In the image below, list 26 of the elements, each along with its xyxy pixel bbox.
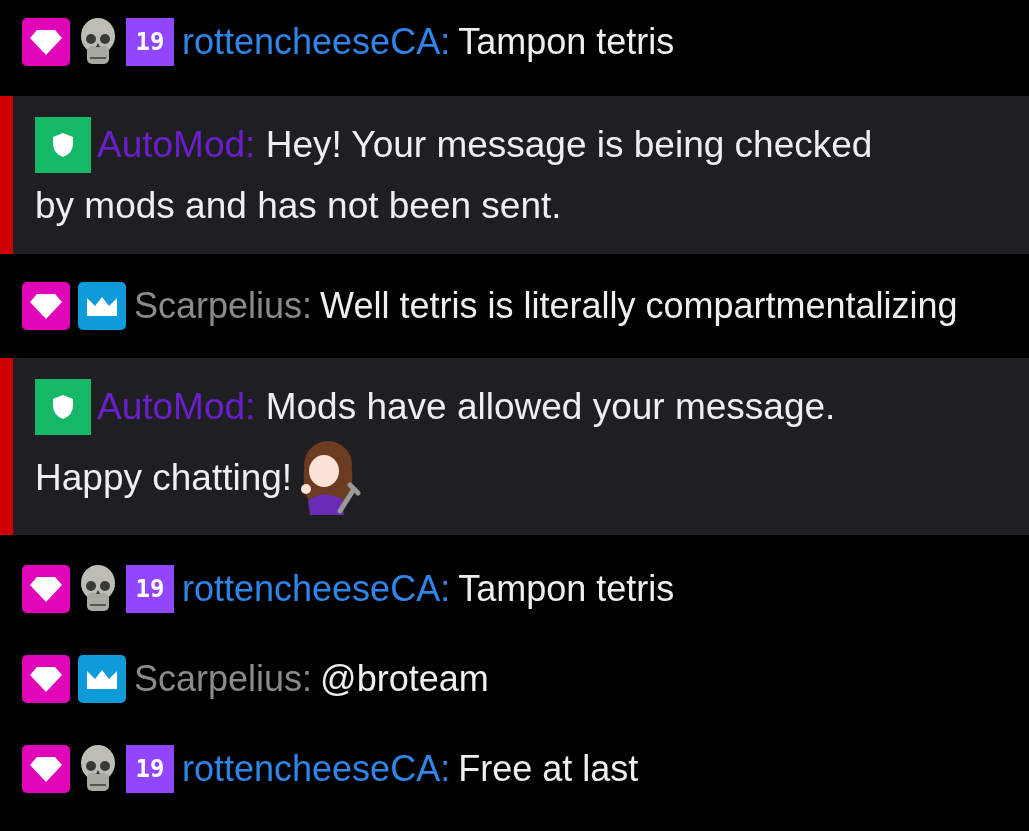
gem-badge-icon	[22, 745, 70, 793]
gem-badge-icon	[22, 282, 70, 330]
username[interactable]: rottencheeseCA:	[182, 747, 451, 791]
username[interactable]: Scarpelius:	[134, 284, 313, 328]
gem-badge-icon	[22, 565, 70, 613]
sub-badge: 19	[126, 565, 174, 613]
username[interactable]: Scarpelius:	[134, 657, 313, 701]
chat-message: Well tetris is literally compartmentalizing	[320, 284, 958, 328]
shield-badge-icon	[35, 378, 91, 435]
crown-badge-icon	[78, 282, 126, 330]
chat-message: @broteam	[320, 657, 489, 701]
crown-badge-icon	[78, 655, 126, 703]
chat-message: Free at last	[458, 747, 639, 791]
automod-message: by mods and has not been sent.	[35, 184, 562, 228]
username[interactable]: rottencheeseCA:	[182, 567, 451, 611]
automod-message: AutoMod: Hey! Your message is being checked	[97, 123, 873, 167]
username[interactable]: rottencheeseCA:	[182, 20, 451, 64]
gem-badge-icon	[22, 655, 70, 703]
chat-message: Tampon tetris	[458, 567, 675, 611]
gem-badge-icon	[22, 18, 70, 66]
shield-badge-icon	[35, 116, 91, 173]
chat-message: Tampon tetris	[458, 20, 675, 64]
automod-message: AutoMod: Mods have allowed your message.	[97, 385, 836, 429]
sub-badge: 19	[126, 745, 174, 793]
sub-badge: 19	[126, 18, 174, 66]
automod-message: Happy chatting!	[35, 455, 293, 500]
